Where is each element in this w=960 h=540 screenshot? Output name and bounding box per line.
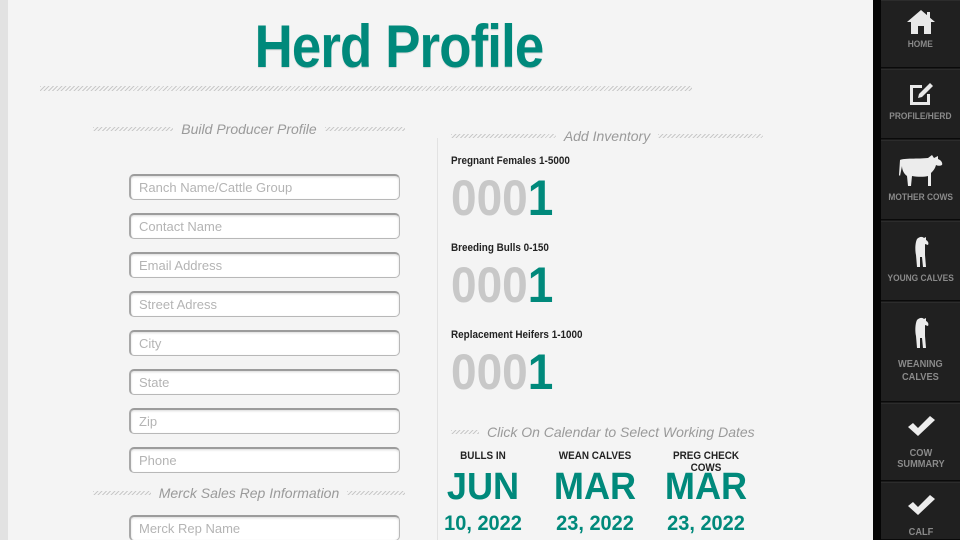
preg-check-cows-date[interactable]: PREG CHECK COWS MAR 23, 2022 (651, 450, 761, 536)
date-month: JUN (446, 466, 520, 508)
sidebar-edge (873, 0, 881, 540)
title-divider (40, 86, 692, 91)
sidebar-nav: HOME PROFILE/HERD MOTHER COWS YOUNG CALV… (881, 0, 960, 540)
sidebar-item-label: YOUNG CALVES (887, 273, 954, 284)
counter-value: 1 (527, 344, 554, 400)
cow-icon (898, 155, 942, 186)
heading-rule (658, 134, 764, 138)
heading-rule (93, 127, 174, 131)
date-label: WEAN CALVES (558, 450, 632, 462)
sidebar-item-young-calves[interactable]: YOUNG CALVES (881, 221, 960, 301)
page-title: Herd Profile (254, 13, 545, 80)
zip-field[interactable] (129, 408, 400, 434)
sidebar-item-calf[interactable]: CALF (881, 482, 960, 540)
home-icon (906, 10, 935, 34)
date-label: PREG CHECK COWS (672, 450, 740, 474)
date-month: MAR (553, 466, 637, 508)
heading-rule (93, 491, 151, 495)
sales-rep-heading-text: Merck Sales Rep Information (158, 485, 340, 501)
counter-value: 1 (527, 170, 554, 226)
replacement-heifers-label: Replacement Heifers 1-1000 (451, 329, 583, 341)
heading-rule (347, 491, 405, 495)
state-field[interactable] (129, 369, 400, 395)
working-dates-heading-text: Click On Calendar to Select Working Date… (487, 424, 755, 440)
sidebar-item-label: CALF (908, 526, 933, 538)
left-edge (0, 0, 8, 540)
heading-rule (451, 134, 556, 138)
producer-profile-heading: Build Producer Profile (93, 121, 405, 137)
sidebar-item-weaning-calves[interactable]: WEANING CALVES (881, 302, 960, 402)
ranch-name-field[interactable] (129, 174, 400, 200)
counter-leading-zeros: 000 (451, 170, 528, 226)
inventory-heading-text: Add Inventory (563, 128, 651, 144)
counter-leading-zeros: 000 (451, 257, 528, 313)
phone-field[interactable] (129, 447, 400, 473)
main-content: Herd Profile Build Producer Profile Merc… (8, 0, 873, 540)
sidebar-item-label: COW SUMMARY (896, 447, 945, 470)
sidebar-item-label: PROFILE/HERD (889, 111, 952, 122)
email-address-field[interactable] (129, 252, 400, 278)
sidebar-item-label: MOTHER COWS (888, 192, 953, 203)
checkmark-icon (907, 416, 935, 436)
sidebar-item-label: HOME (907, 39, 934, 50)
checkmark-icon (907, 495, 935, 515)
working-dates-heading: Click On Calendar to Select Working Date… (451, 424, 763, 440)
sidebar-item-profile-herd[interactable]: PROFILE/HERD (881, 69, 960, 139)
heading-rule (324, 127, 405, 131)
sidebar-item-mother-cows[interactable]: MOTHER COWS (881, 140, 960, 220)
wean-calves-date[interactable]: WEAN CALVES MAR 23, 2022 (540, 450, 650, 536)
breeding-bulls-label: Breeding Bulls 0-150 (451, 242, 549, 254)
date-label: BULLS IN (460, 450, 506, 462)
counter-leading-zeros: 000 (451, 344, 528, 400)
counter-value: 1 (527, 257, 554, 313)
date-day-year: 10, 2022 (444, 512, 522, 535)
sidebar-item-home[interactable]: HOME (881, 0, 960, 68)
date-day-year: 23, 2022 (556, 512, 634, 535)
sidebar-item-label: WEANING CALVES (898, 358, 943, 383)
date-day-year: 23, 2022 (667, 512, 745, 535)
inventory-heading: Add Inventory (451, 128, 764, 144)
edit-icon (909, 83, 933, 105)
date-month: MAR (664, 466, 748, 508)
breeding-bulls-counter[interactable]: 0001 (451, 260, 553, 310)
city-field[interactable] (129, 330, 400, 356)
sidebar-item-cow-summary[interactable]: COW SUMMARY (881, 403, 960, 481)
pregnant-females-counter[interactable]: 0001 (451, 173, 553, 223)
contact-name-field[interactable] (129, 213, 400, 239)
bulls-in-date[interactable]: BULLS IN JUN 10, 2022 (428, 450, 538, 536)
calf-icon (914, 317, 928, 348)
sales-rep-heading: Merck Sales Rep Information (93, 485, 405, 501)
calf-icon (914, 236, 928, 267)
producer-profile-heading-text: Build Producer Profile (181, 121, 317, 137)
street-address-field[interactable] (129, 291, 400, 317)
heading-rule (451, 430, 479, 434)
replacement-heifers-counter[interactable]: 0001 (451, 347, 553, 397)
pregnant-females-label: Pregnant Females 1-5000 (451, 155, 570, 167)
merck-rep-name-field[interactable] (129, 515, 400, 540)
